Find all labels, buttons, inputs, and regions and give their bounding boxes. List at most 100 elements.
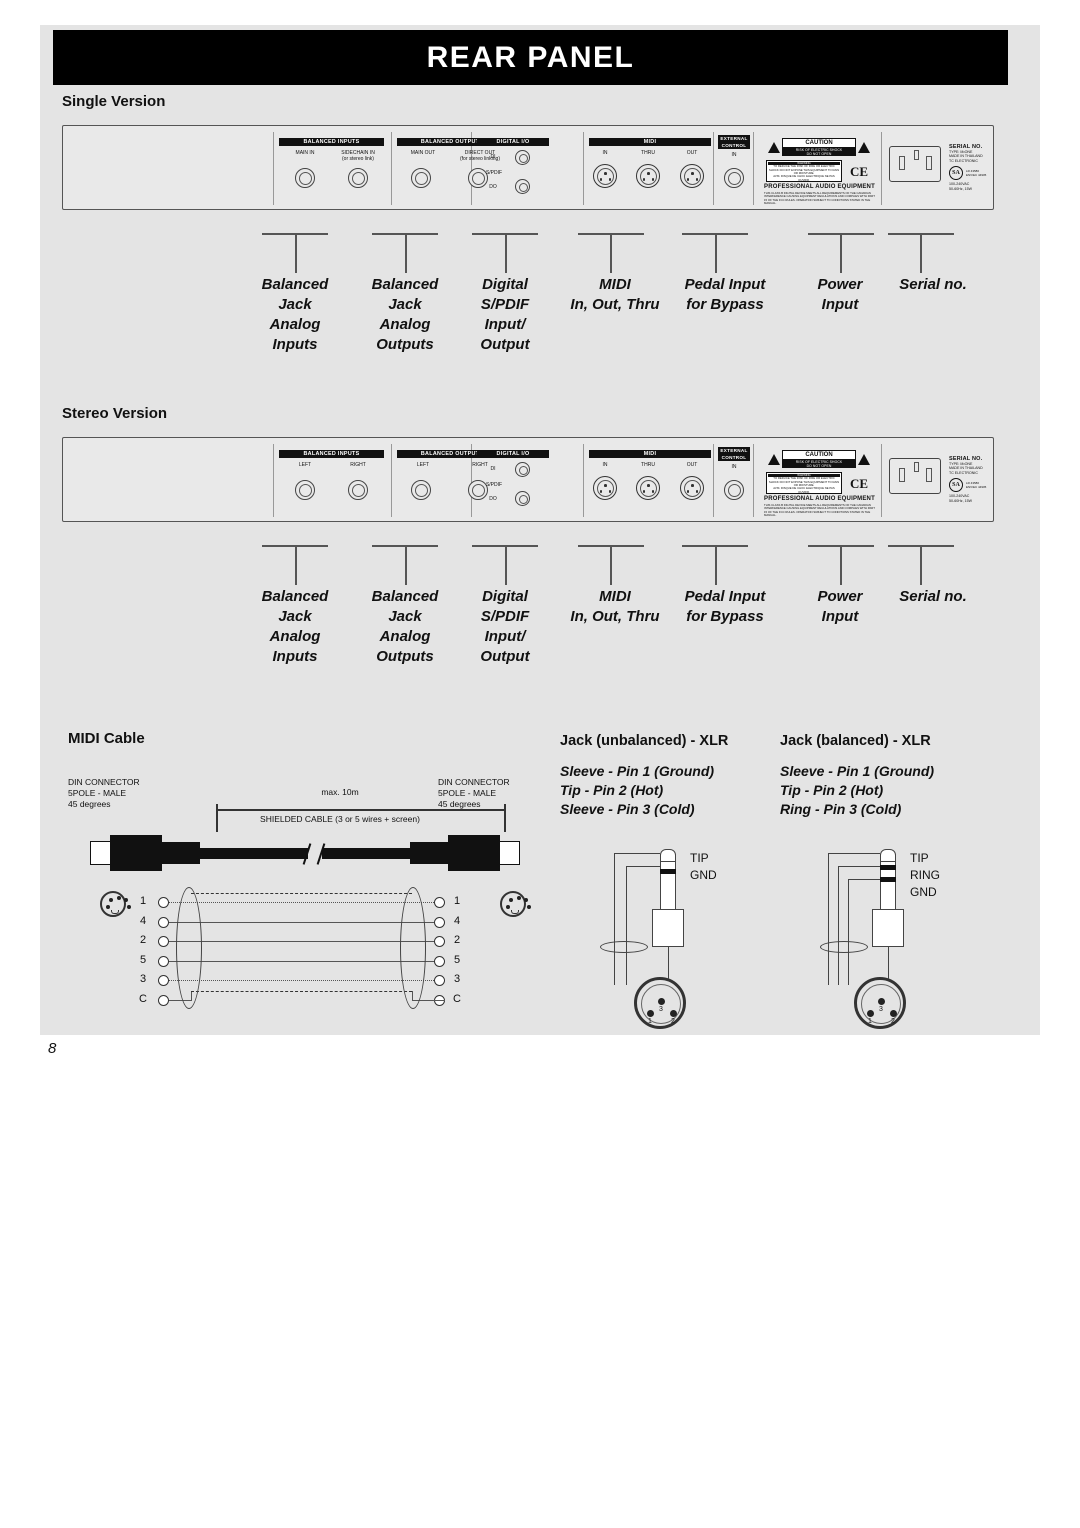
cable-plug-body-right <box>448 835 500 871</box>
single-csa-row: SA LR 43580 ENV/EC 44905 <box>949 166 1013 181</box>
din-connector-left-note: DIN CONNECTOR 5POLE - MALE 45 degrees <box>68 777 140 809</box>
single-external-control-in-label: IN <box>731 152 737 158</box>
stereo-midi-out-connector <box>680 476 704 500</box>
stereo-external-control-header-line1: EXTERNAL <box>718 447 750 454</box>
single-power-inlet <box>889 146 941 182</box>
stereo-caution-word: CAUTION <box>782 450 856 460</box>
stereo-fcc-text: THIS CLASS B DIGITAL DEVICE MEETS ALL RE… <box>764 503 875 517</box>
jack-unbalanced-xlr-pin-label-3: 3 <box>659 1006 663 1013</box>
jack-balanced-xlr-pin-2 <box>890 1010 897 1017</box>
stereo-warning-triangle-right-icon <box>858 453 870 465</box>
single-balanced-inputs-right-sublabel: (or stereo link) <box>342 156 374 162</box>
stereo-jack-input-1 <box>295 480 315 500</box>
single-midi-out-connector-pin-1 <box>686 178 690 181</box>
din-face-left-pin-3 <box>124 898 128 902</box>
stereo-midi-in-connector-pin-3 <box>604 484 607 487</box>
single-midi-in-connector-ring <box>596 167 614 185</box>
rear-panel-stereo-version: BALANCED INPUTS LEFT RIGHT BALANCED OUTPUTS… <box>62 437 994 522</box>
midi-wire-solid-1 <box>169 921 434 923</box>
stereo-separator-5 <box>753 444 754 517</box>
jack-unbalanced-spec: Sleeve - Pin 1 (Ground) Tip - Pin 2 (Hot… <box>560 763 715 817</box>
stereo-callout-3-stem <box>505 545 507 585</box>
din-face-left <box>100 891 131 917</box>
stereo-balanced-outputs-left-label: LEFT <box>416 462 430 468</box>
stereo-callout-1-label: Balanced Jack Analog Inputs <box>261 588 329 665</box>
section-heading-single: Single Version <box>62 93 166 110</box>
din-face-right-pin-2 <box>516 896 521 900</box>
stereo-callout-4-stem <box>610 545 612 585</box>
midi-wire-solid-2 <box>169 941 434 943</box>
single-midi-in-label: IN <box>602 150 608 156</box>
single-callout-5-stem <box>715 233 717 273</box>
stereo-external-control-in-label: IN <box>731 464 737 470</box>
midi-pin-left-label-1: 1 <box>139 895 147 907</box>
midi-pin-left-label-4: 4 <box>139 914 147 927</box>
stereo-professional-audio-label: PROFESSIONAL AUDIO EQUIPMENT <box>764 496 875 502</box>
stereo-midi-in-connector <box>593 476 617 500</box>
stereo-power-inlet-slot-right <box>926 468 932 482</box>
single-external-control-header-line1: EXTERNAL <box>718 135 750 142</box>
midi-pin-right-label-4: 4 <box>453 914 461 927</box>
jack-balanced-xlr-pin-3 <box>878 998 885 1005</box>
jack-unbalanced-lead-h-1 <box>626 866 660 868</box>
midi-pin-right-dot-3 <box>434 975 445 986</box>
single-serial-lines: TYPE: M•ONE MADE IN THAILAND TC ELECTRON… <box>949 150 983 163</box>
cable-max-length: max. 10m <box>321 787 359 797</box>
stereo-callout-4-label: MIDI In, Out, Thru <box>570 588 660 625</box>
single-callout-7-stem <box>920 233 922 273</box>
single-external-control-header-line2: CONTROL <box>718 142 750 149</box>
stereo-csa-row: SA LR 43580 ENV/EC 44905 <box>949 478 1013 493</box>
single-midi-in-connector-pin-2 <box>608 178 612 181</box>
single-separator-0 <box>273 132 274 205</box>
jack-unbalanced-xlr-pin-1 <box>647 1010 654 1017</box>
cable-plug-body-left <box>110 835 162 871</box>
single-midi-out-connector-pin-3 <box>691 172 694 175</box>
stereo-callout-5-label: Pedal Input for Bypass <box>684 588 766 625</box>
single-callout-2-label: Balanced Jack Analog Outputs <box>371 276 439 353</box>
jack-unbalanced-xlr-pin-label-1: 1 <box>648 1018 652 1025</box>
stereo-midi-header: MIDI <box>589 450 711 458</box>
stereo-callout-3-label: Digital S/PDIF Input/ Output <box>480 588 530 665</box>
stereo-warning-body: TO REDUCE THE RISK OF FIRE OR ELECTRIC S… <box>768 476 840 494</box>
stereo-separator-6 <box>881 444 882 517</box>
single-warning-box: WARNING TO REDUCE THE RISK OF FIRE OR ELE… <box>766 160 842 182</box>
single-caution-row: CAUTION RISK OF ELECTRIC SHOCK DO NOT OPE… <box>762 138 876 157</box>
single-ce-mark-icon: CE <box>850 164 869 179</box>
single-serial-block: SERIAL NO. TYPE: M•ONE MADE IN THAILAND T… <box>949 144 1013 200</box>
stereo-midi-thru-label: THRU <box>641 462 655 468</box>
stereo-caution-sub: RISK OF ELECTRIC SHOCK DO NOT OPEN <box>782 460 856 469</box>
section-heading-stereo: Stereo Version <box>62 405 168 422</box>
page-title: REAR PANEL <box>426 40 635 74</box>
jack-unbalanced-lead-v-0 <box>614 853 616 985</box>
cable-type-note: SHIELDED CABLE (3 or 5 wires + screen) <box>260 814 420 824</box>
stereo-callout-1-stem <box>295 545 297 585</box>
jack-unbalanced-screen-loop <box>600 941 648 953</box>
din-face-right-pin-3 <box>524 898 528 902</box>
jack-unbalanced-plug-ring-band <box>660 869 676 874</box>
midi-pin-left-label-5: 5 <box>139 953 147 966</box>
single-agency-block: CAUTION RISK OF ELECTRIC SHOCK DO NOT OPE… <box>760 136 878 205</box>
single-digital-in-label: DI <box>490 154 496 160</box>
midi-pin-right-label-2: 2 <box>453 934 461 946</box>
midi-pin-left-dot-4 <box>158 916 169 928</box>
stereo-caution-row: CAUTION RISK OF ELECTRIC SHOCK DO NOT OPE… <box>762 450 876 469</box>
single-callout-2-stem <box>405 233 407 273</box>
single-power-inlet-slot-right <box>926 156 932 170</box>
single-rca-digital-in <box>515 150 530 165</box>
stereo-midi-thru-connector <box>636 476 660 500</box>
single-callout-6-label: Power Input <box>817 276 863 313</box>
single-power-inlet-slot-earth <box>914 150 919 160</box>
single-callout-4-stem <box>610 233 612 273</box>
single-midi-in-connector <box>593 164 617 188</box>
stereo-separator-3 <box>583 444 584 517</box>
cable-plug-tip-left <box>90 841 112 865</box>
single-midi-out-label: OUT <box>686 150 698 156</box>
single-midi-out-connector-pin-2 <box>695 178 699 181</box>
jack-balanced-lead-v-0 <box>828 853 830 985</box>
single-balanced-outputs-left-label: MAIN OUT <box>410 150 436 156</box>
jack-unbalanced-xlr-pin-label-2: 2 <box>671 1018 675 1025</box>
jack-unbalanced-xlr-pin-2 <box>670 1010 677 1017</box>
single-jack-pedal-input <box>724 168 744 188</box>
page-number: 8 <box>48 1040 57 1057</box>
jack-balanced-xlr-pin-label-2: 2 <box>891 1018 895 1025</box>
